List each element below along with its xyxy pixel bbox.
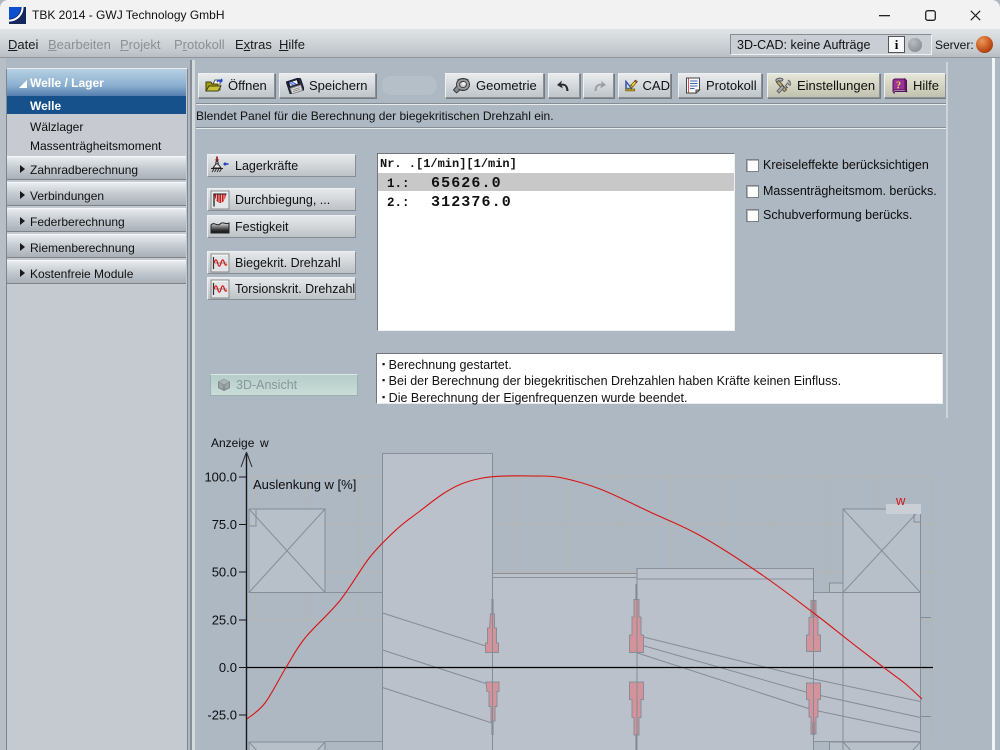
svg-text:w: w [259, 436, 269, 450]
svg-text:?: ? [896, 80, 901, 91]
svg-text:75.0: 75.0 [212, 517, 237, 532]
svg-text:25.0: 25.0 [212, 613, 237, 628]
svg-text:Auslenkung w [%]: Auslenkung w [%] [253, 477, 356, 492]
svg-text:Anzeige: Anzeige [211, 436, 255, 450]
svg-text:100.0: 100.0 [204, 470, 237, 485]
svg-text:0.0: 0.0 [219, 660, 237, 675]
svg-text:50.0: 50.0 [212, 565, 237, 580]
svg-text:w: w [895, 493, 906, 508]
svg-text:-25.0: -25.0 [207, 708, 237, 723]
